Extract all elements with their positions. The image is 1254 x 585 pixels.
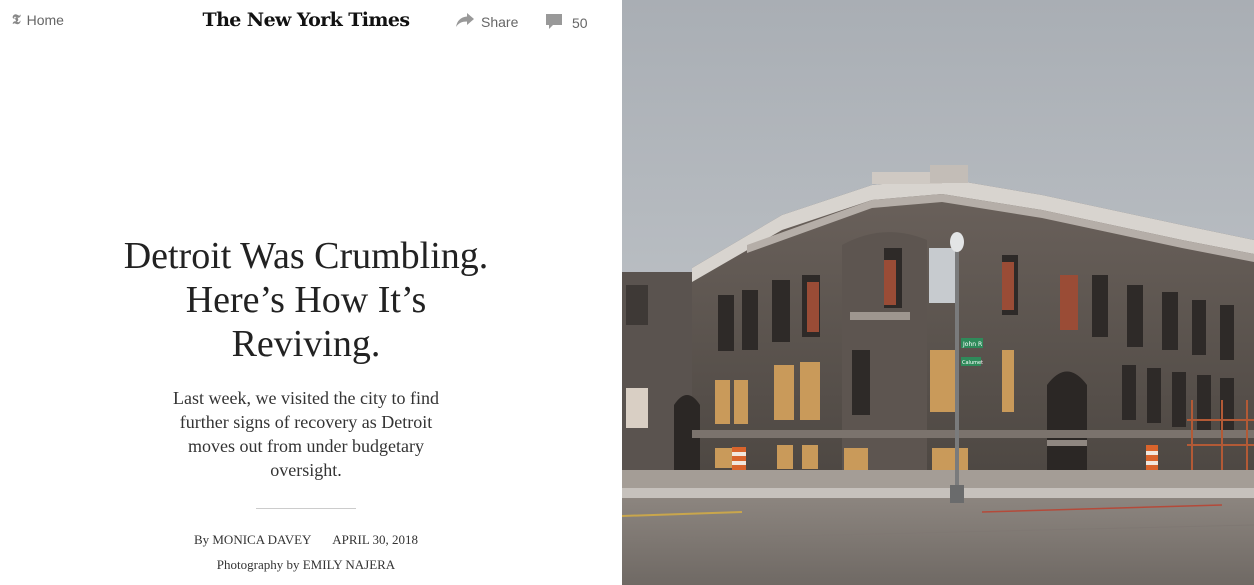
- street-sign-john-r: John R: [962, 341, 982, 348]
- lead-photo: John R Calumet: [622, 0, 1254, 585]
- comments-button[interactable]: 50: [545, 12, 588, 33]
- byline: By MONICA DAVEY APRIL 30, 2018: [0, 532, 612, 548]
- share-button[interactable]: Share: [455, 12, 518, 31]
- author-name[interactable]: MONICA DAVEY: [212, 532, 311, 547]
- abandoned-building-photo: John R Calumet: [622, 0, 1254, 585]
- publish-date: APRIL 30, 2018: [332, 532, 419, 547]
- street-sign-calumet: Calumet: [962, 360, 983, 366]
- article-header-panel: 𝕿 Home The New York Times Share 50 Detro…: [0, 0, 622, 585]
- byline-prefix: By: [193, 532, 210, 547]
- article-summary: Last week, we visited the city to find f…: [173, 388, 439, 480]
- article-headline: Detroit Was Crumbling. Here’s How It’s R…: [123, 235, 489, 365]
- comment-count: 50: [572, 14, 588, 31]
- top-bar: 𝕿 Home The New York Times Share 50: [0, 0, 622, 44]
- share-label: Share: [481, 13, 519, 30]
- nyt-masthead-logo[interactable]: The New York Times: [0, 9, 612, 31]
- photo-credit: Photography by EMILY NAJERA: [216, 557, 396, 572]
- share-arrow-icon: [455, 12, 475, 31]
- divider: [256, 508, 356, 509]
- comment-bubble-icon: [545, 12, 563, 33]
